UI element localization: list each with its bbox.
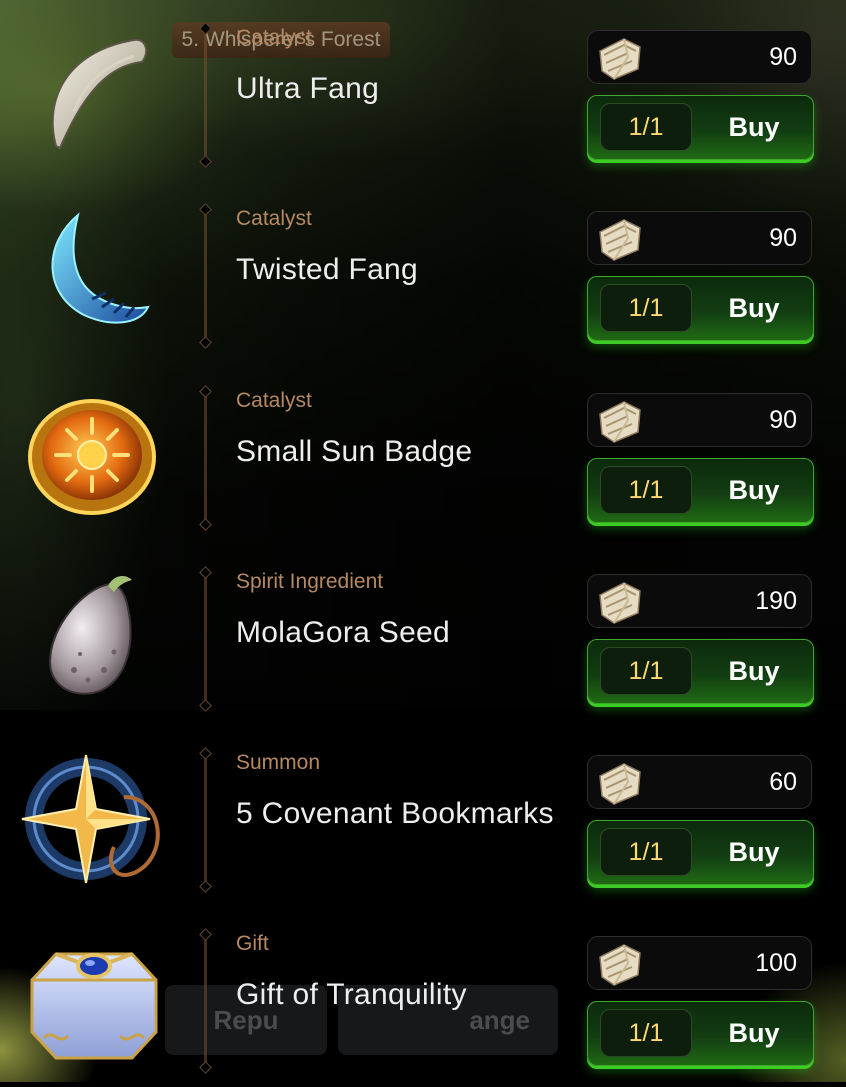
item-name: Ultra Fang <box>236 72 380 105</box>
cloth-scroll-icon <box>594 939 646 989</box>
item-divider <box>204 755 207 885</box>
item-category: Catalyst <box>236 207 312 230</box>
shop-item-row-small-sun-badge[interactable]: Catalyst Small Sun Badge 90 1/1 Buy <box>0 363 846 544</box>
item-name: MolaGora Seed <box>236 616 451 649</box>
buy-label: Buy <box>728 292 780 323</box>
buy-label: Buy <box>728 655 780 686</box>
price-box: 100 <box>587 936 812 990</box>
twisted-fang-icon[interactable] <box>14 203 174 343</box>
ultra-fang-icon[interactable] <box>14 22 174 162</box>
purchase-limit: 1/1 <box>600 1009 692 1057</box>
price-value: 60 <box>769 768 797 796</box>
cloth-scroll-icon <box>594 214 646 264</box>
purchase-limit: 1/1 <box>600 284 692 332</box>
cloth-scroll-icon <box>594 577 646 627</box>
purchase-limit: 1/1 <box>600 647 692 695</box>
price-value: 90 <box>769 406 797 434</box>
cloth-scroll-icon <box>594 396 646 446</box>
price-box: 90 <box>587 393 812 447</box>
item-divider <box>204 936 207 1066</box>
buy-button-ultra-fang[interactable]: 1/1 Buy <box>587 95 814 160</box>
price-box: 90 <box>587 30 812 84</box>
buy-button-twisted-fang[interactable]: 1/1 Buy <box>587 276 814 341</box>
item-name: Twisted Fang <box>236 253 419 286</box>
item-category: Catalyst <box>236 26 312 49</box>
item-name: Small Sun Badge <box>236 435 473 468</box>
item-divider <box>204 393 207 523</box>
item-category: Gift <box>236 932 269 955</box>
buy-button-molagora-seed[interactable]: 1/1 Buy <box>587 639 814 704</box>
price-value: 90 <box>769 43 797 71</box>
buy-label: Buy <box>728 111 780 142</box>
price-box: 190 <box>587 574 812 628</box>
price-box: 90 <box>587 211 812 265</box>
price-value: 100 <box>755 949 797 977</box>
price-value: 190 <box>755 587 797 615</box>
gift-box-icon[interactable] <box>14 928 174 1068</box>
cloth-scroll-icon <box>594 758 646 808</box>
item-category: Summon <box>236 751 321 774</box>
sun-badge-icon[interactable] <box>14 385 174 525</box>
shop-item-row-molagora-seed[interactable]: Spirit Ingredient MolaGora Seed 190 1/1 … <box>0 544 846 725</box>
item-name: 5 Covenant Bookmarks <box>236 797 554 830</box>
shop-item-row-5-covenant-bookmarks[interactable]: Summon 5 Covenant Bookmarks 60 1/1 Buy <box>0 725 846 906</box>
buy-button-small-sun-badge[interactable]: 1/1 Buy <box>587 458 814 523</box>
buy-button-gift-of-tranquility[interactable]: 1/1 Buy <box>587 1001 814 1066</box>
item-category: Catalyst <box>236 389 312 412</box>
purchase-limit: 1/1 <box>600 466 692 514</box>
buy-label: Buy <box>728 1017 780 1048</box>
item-divider <box>204 30 207 160</box>
buy-button-5-covenant-bookmarks[interactable]: 1/1 Buy <box>587 820 814 885</box>
covenant-bookmark-icon[interactable] <box>14 747 174 887</box>
purchase-limit: 1/1 <box>600 103 692 151</box>
item-name: Gift of Tranquility <box>236 978 467 1011</box>
price-value: 90 <box>769 224 797 252</box>
shop-item-row-twisted-fang[interactable]: Catalyst Twisted Fang 90 1/1 Buy <box>0 181 846 362</box>
shop-item-row-ultra-fang[interactable]: Catalyst Ultra Fang 90 1/1 Buy <box>0 0 846 181</box>
buy-label: Buy <box>728 474 780 505</box>
cloth-scroll-icon <box>594 33 646 83</box>
price-box: 60 <box>587 755 812 809</box>
buy-label: Buy <box>728 836 780 867</box>
item-category: Spirit Ingredient <box>236 570 384 593</box>
molagora-seed-icon[interactable] <box>14 566 174 706</box>
shop-item-row-gift-of-tranquility[interactable]: Gift Gift of Tranquility 100 1/1 Buy <box>0 906 846 1087</box>
item-divider <box>204 574 207 704</box>
purchase-limit: 1/1 <box>600 828 692 876</box>
item-divider <box>204 211 207 341</box>
